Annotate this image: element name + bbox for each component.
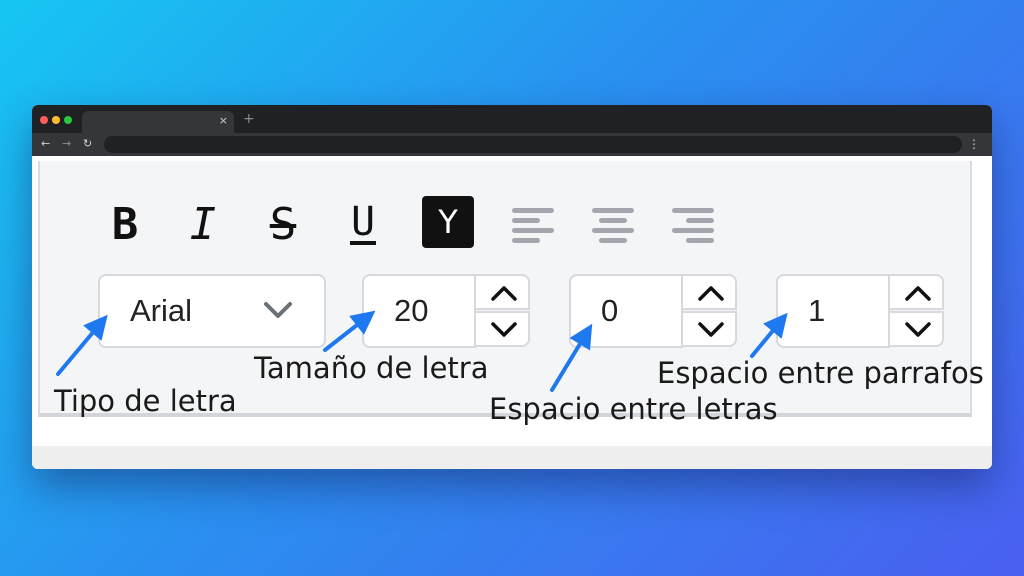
close-window-button[interactable]: [40, 116, 48, 124]
font-family-select[interactable]: Arial: [98, 274, 326, 348]
chevron-down-icon: [698, 322, 724, 337]
address-bar-row: ← → ↻ ⋮: [32, 133, 992, 156]
font-family-value: Arial: [130, 293, 193, 328]
font-size-input[interactable]: 20: [362, 274, 476, 348]
chevron-down-icon: [264, 302, 292, 318]
paragraph-spacing-decrease-button[interactable]: [888, 311, 944, 347]
align-right-icon[interactable]: [672, 204, 714, 244]
italic-button[interactable]: I: [176, 199, 230, 250]
underline-button[interactable]: U: [336, 201, 390, 247]
reload-icon[interactable]: ↻: [83, 136, 92, 152]
tab-close-icon[interactable]: ×: [219, 113, 228, 129]
letter-spacing-decrease-button[interactable]: [681, 311, 737, 347]
align-center-icon[interactable]: [592, 204, 634, 244]
minimize-window-button[interactable]: [52, 116, 60, 124]
annotation-font-family: Tipo de letra: [54, 384, 237, 418]
chevron-up-icon: [905, 286, 931, 301]
font-size-decrease-button[interactable]: [474, 311, 530, 347]
align-left-icon[interactable]: [512, 204, 554, 244]
chevron-down-icon: [491, 322, 517, 337]
url-input[interactable]: [104, 136, 962, 153]
font-size-increase-button[interactable]: [474, 274, 530, 310]
letter-spacing-increase-button[interactable]: [681, 274, 737, 310]
maximize-window-button[interactable]: [64, 116, 72, 124]
forward-arrow-icon[interactable]: →: [62, 136, 71, 152]
underline-label: U: [349, 199, 377, 245]
highlight-button[interactable]: Y: [422, 196, 474, 248]
back-arrow-icon[interactable]: ←: [41, 136, 50, 152]
browser-tab[interactable]: ×: [82, 111, 234, 133]
tab-bar: × +: [32, 105, 992, 133]
annotation-letter-spacing: Espacio entre letras: [489, 392, 778, 426]
paragraph-spacing-increase-button[interactable]: [888, 274, 944, 310]
paragraph-spacing-input[interactable]: 1: [776, 274, 890, 348]
content-footer-strip: [32, 446, 992, 469]
annotation-paragraph-spacing: Espacio entre parrafos: [657, 356, 984, 390]
chevron-up-icon: [698, 286, 724, 301]
new-tab-icon[interactable]: +: [243, 111, 255, 127]
annotation-font-size: Tamaño de letra: [254, 351, 489, 385]
letter-spacing-input[interactable]: 0: [569, 274, 683, 348]
bold-button[interactable]: B: [98, 199, 152, 250]
chevron-up-icon: [491, 286, 517, 301]
browser-menu-icon[interactable]: ⋮: [968, 136, 980, 152]
strikethrough-button[interactable]: S: [256, 199, 310, 250]
chevron-down-icon: [905, 322, 931, 337]
